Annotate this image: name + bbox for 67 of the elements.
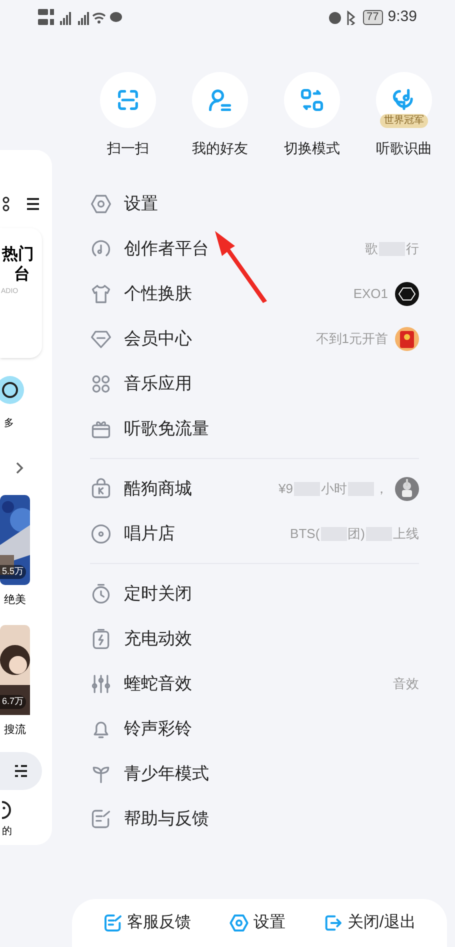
menu-item-value: BTS( [290,524,320,543]
bottom-bar-button[interactable]: 客服反馈 [103,911,192,935]
menu-item-label: 音乐应用 [124,372,192,395]
scan-icon [115,87,141,113]
quick-action-label: 扫一扫 [107,139,149,158]
list-icon [14,765,28,777]
shopping-bag-icon [90,478,112,500]
menu-item-value: 行 [406,240,419,258]
menu-item-label: 创作者平台 [124,238,209,260]
exit-icon [323,913,344,933]
feedback-icon [90,808,112,830]
radio-title: 热门 [2,246,34,264]
battery-indicator: 77 [362,10,383,24]
champion-badge: 世界冠军 [380,114,428,128]
alarm-bluetooth-icon [328,9,358,25]
bottom-bar-button[interactable]: 关闭/退出 [323,911,416,935]
menu-item-label: 蝰蛇音效 [124,672,192,695]
menu-item-label: 会员中心 [124,328,192,350]
quick-action-label: 我的好友 [192,139,248,158]
menu-item-value: 小时 [321,480,347,498]
menu-item-label: 个性换肤 [124,282,192,305]
mine-label: 的 [2,825,12,839]
menu-item-label: 唱片店 [124,522,175,545]
menu-item-value: ， [375,480,388,498]
bottom-bar-button[interactable]: 设置 [229,911,286,935]
disc-icon [90,522,112,544]
menu-item-value: 歌 [365,240,378,258]
menu-item-label: 充电动效 [124,628,192,650]
menu-item-label: 听歌免流量 [124,418,209,440]
hexagon-icon [90,192,112,214]
person-list-icon [207,87,233,113]
feedback-icon [103,913,124,933]
play-count-badge: 5.5万 [0,565,26,578]
logo-badge-icon [395,282,419,306]
menu-item-label: 定时关闭 [124,582,192,605]
menu-item-value: EXO1 [353,284,388,303]
quick-action-button[interactable]: 世界冠军 [376,72,432,128]
shirt-icon [90,282,112,304]
card-caption: 绝美 [4,592,26,608]
more-icon [0,375,26,405]
hexagon-icon [229,913,250,933]
equalizer-icon [90,672,112,694]
charging-icon [90,628,112,650]
menu-item-value: 音效 [393,674,419,693]
quick-action-label: 切换模式 [284,139,340,158]
more-label: 多 [4,417,14,431]
radio-subtitle: 台 [14,266,30,284]
menu-item-label: 帮助与反馈 [124,808,209,830]
menu-item-value: 团) [348,524,365,543]
quick-action-label: 听歌识曲 [376,139,432,158]
menu-item-value: 不到1元开首 [316,330,388,348]
clock-time: 9:39 [388,6,417,27]
menu-item-value: ¥9 [278,480,293,498]
gift-envelope-icon [395,326,419,352]
menu-item-label: 青少年模式 [124,762,209,785]
menu-item-label: 铃声彩铃 [124,718,192,740]
timer-icon [90,582,112,604]
menu-item-value: 上线 [393,524,419,543]
menu-item-label: 酷狗商城 [124,478,192,500]
four-circles-icon [90,372,112,394]
card-caption: 搜流 [4,722,26,738]
switch-mode-icon [299,87,325,113]
list-toggle-button[interactable] [0,752,42,790]
chevron-icon [16,462,24,474]
menu-icon [2,196,42,212]
menu-item-label: 设置 [124,192,158,215]
play-count-badge: 6.7万 [0,695,26,708]
